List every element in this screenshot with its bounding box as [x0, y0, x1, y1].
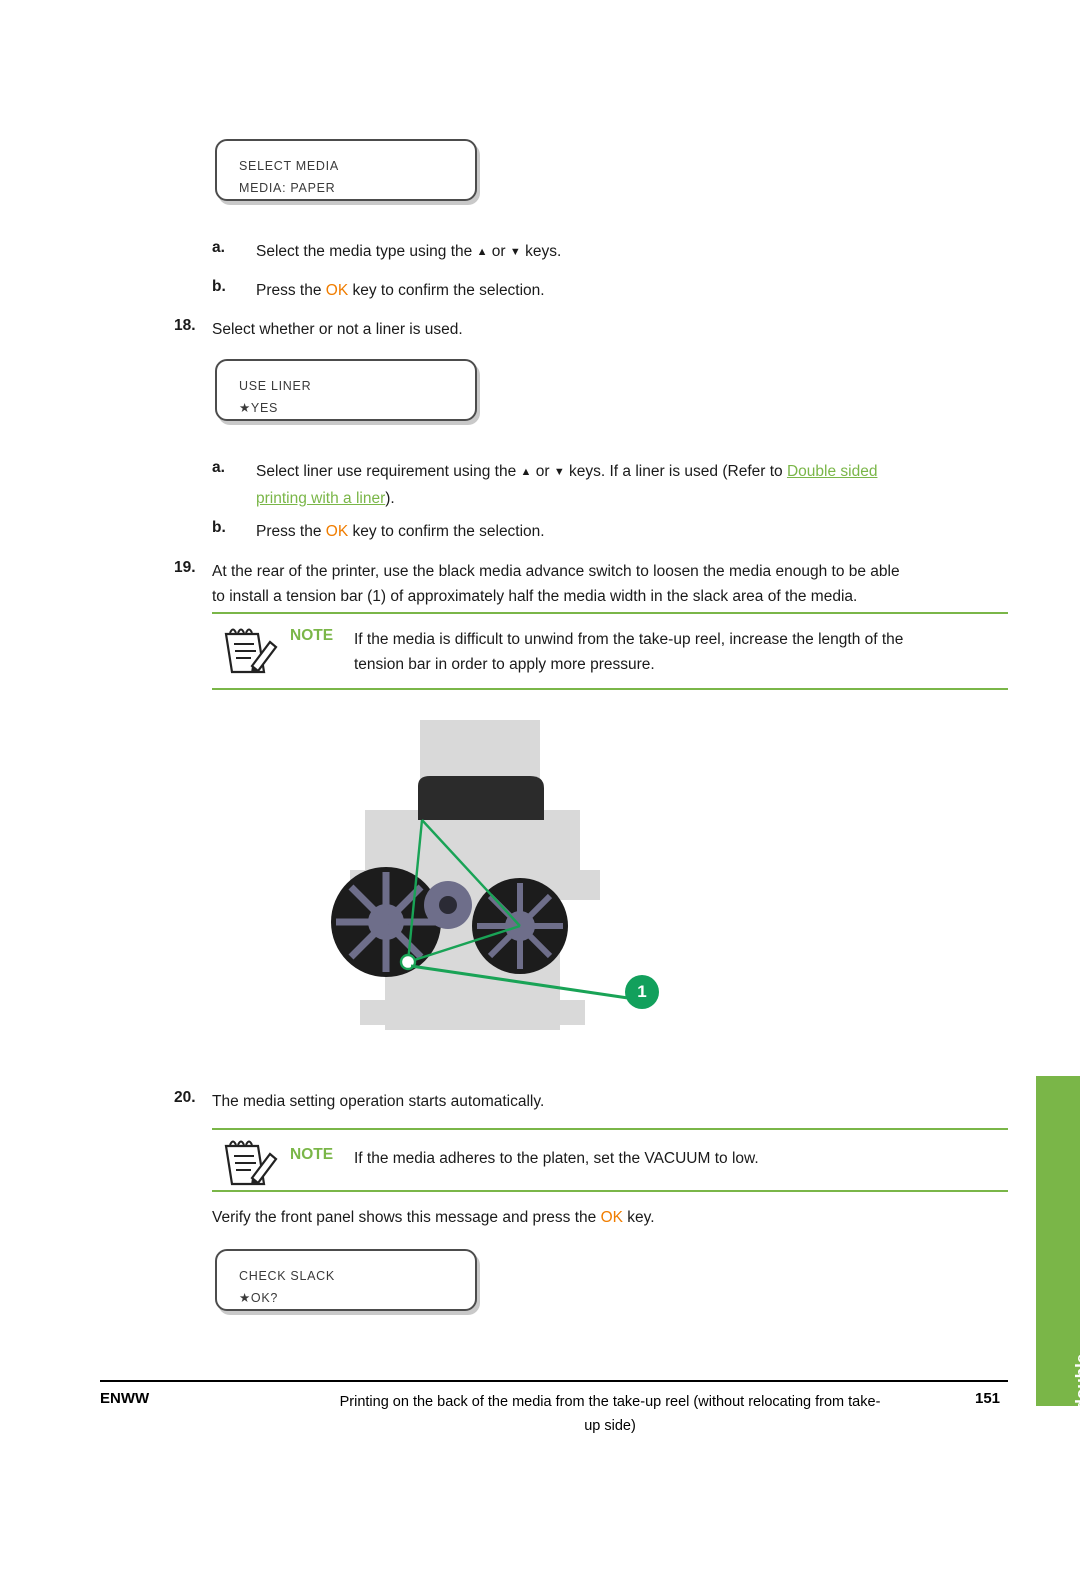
note-body: If the media is difficult to unwind from… [354, 627, 1004, 677]
footer-center-line2: up side) [584, 1418, 636, 1434]
lcd-line-2: ★YES [239, 401, 279, 415]
footer-center: Printing on the back of the media from t… [250, 1390, 970, 1438]
link-double-sided[interactable]: Double sided [787, 463, 877, 480]
lcd-line-2: ★OK? [239, 1291, 279, 1305]
note-label: NOTE [290, 627, 334, 644]
ok-key-label: OK [600, 1209, 623, 1226]
step-text-19: At the rear of the printer, use the blac… [212, 559, 1022, 609]
step-text-a-2-tail: ). [385, 490, 395, 507]
step-letter-b-2: b. [212, 519, 226, 536]
step-text-19-line1: At the rear of the printer, use the blac… [212, 563, 900, 580]
note-block-1: NOTE If the media is difficult to unwind… [212, 612, 1008, 690]
step-letter-a-1: a. [212, 239, 225, 256]
footer-center-line1: Printing on the back of the media from t… [339, 1394, 881, 1410]
lcd-line-1: CHECK SLACK [239, 1269, 335, 1283]
step-text-a-1: Select the media type using the or keys. [256, 239, 1016, 266]
arrow-down-icon [510, 243, 521, 260]
ok-key-label: OK [325, 523, 349, 540]
step-text-b-2-post: key to confirm the selection. [348, 523, 545, 540]
step-text-b-2-pre: Press the [256, 523, 326, 540]
step-text-18: Select whether or not a liner is used. [212, 321, 463, 338]
note-label: NOTE [290, 1146, 334, 1163]
note-block-2: NOTE If the media adheres to the platen,… [212, 1128, 1008, 1192]
side-tab-text: How do I perform double-sidedprinting [1072, 1326, 1080, 1576]
step-text-b-1-pre: Press the [256, 282, 326, 299]
lcd-line-1: SELECT MEDIA [239, 159, 339, 173]
step-text-a-1-post: keys. [520, 243, 562, 260]
verify-text-pre: Verify the front panel shows this messag… [212, 1209, 601, 1226]
step-letter-a-2: a. [212, 459, 225, 476]
step-text-a-1-mid: or [487, 243, 510, 260]
step-text-a-2-pre: Select liner use requirement using the [256, 463, 521, 480]
step-number-18: 18. [174, 317, 196, 334]
note-rule-bottom [212, 1190, 1008, 1192]
step-text-b-1-post: key to confirm the selection. [348, 282, 545, 299]
step-text-19-line2: to install a tension bar (1) of approxim… [212, 588, 858, 605]
notepad-icon [224, 1140, 278, 1186]
step-number-19: 19. [174, 559, 196, 576]
note-body-line1: If the media is difficult to unwind from… [354, 631, 904, 648]
step-number-20: 20. [174, 1089, 196, 1106]
note-rule-top [212, 612, 1008, 614]
ok-key-label: OK [325, 282, 349, 299]
side-tab-line1: How do I perform double-sided [1072, 1348, 1080, 1554]
step-text-a-2: Select liner use requirement using the o… [256, 459, 1016, 511]
arrow-up-icon [477, 243, 488, 260]
figure-printer-tension-bar: 1 [290, 700, 730, 1040]
note-rule-top [212, 1128, 1008, 1130]
document-page: SELECT MEDIA MEDIA: PAPER a. Select the … [0, 0, 1080, 1554]
note-rule-bottom [212, 688, 1008, 690]
note-body-line2: tension bar in order to apply more press… [354, 656, 655, 673]
step-text-b-1: Press the OK key to confirm the selectio… [256, 278, 1016, 303]
footer-page-number: 151 [975, 1390, 1001, 1407]
step-text-20: The media setting operation starts autom… [212, 1093, 545, 1110]
arrow-down-icon [554, 463, 565, 480]
lcd-panel-select-media: SELECT MEDIA MEDIA: PAPER [215, 139, 477, 201]
notepad-icon [224, 628, 278, 674]
lcd-line-2: MEDIA: PAPER [239, 181, 336, 195]
side-tab-chapter: How do I perform double-sidedprinting [1036, 1076, 1080, 1554]
lcd-line-1: USE LINER [239, 379, 312, 393]
verify-text: Verify the front panel shows this messag… [212, 1205, 1012, 1230]
footer-divider [100, 1380, 1008, 1382]
footer-left: ENWW [100, 1390, 150, 1407]
step-text-b-2: Press the OK key to confirm the selectio… [256, 519, 1016, 544]
lcd-panel-use-liner: USE LINER ★YES [215, 359, 477, 421]
step-text-a-1-pre: Select the media type using the [256, 243, 477, 260]
verify-text-post: key. [622, 1209, 655, 1226]
step-text-a-2-post: keys. If a liner is used (Refer to [564, 463, 787, 480]
link-printing-with-a-liner[interactable]: printing with a liner [256, 490, 385, 507]
step-text-a-2-mid: or [531, 463, 554, 480]
figure-callout-1: 1 [625, 975, 659, 1009]
step-letter-b-1: b. [212, 278, 226, 295]
note-body: If the media adheres to the platen, set … [354, 1150, 759, 1167]
arrow-up-icon [521, 463, 532, 480]
lcd-panel-check-slack: CHECK SLACK ★OK? [215, 1249, 477, 1311]
